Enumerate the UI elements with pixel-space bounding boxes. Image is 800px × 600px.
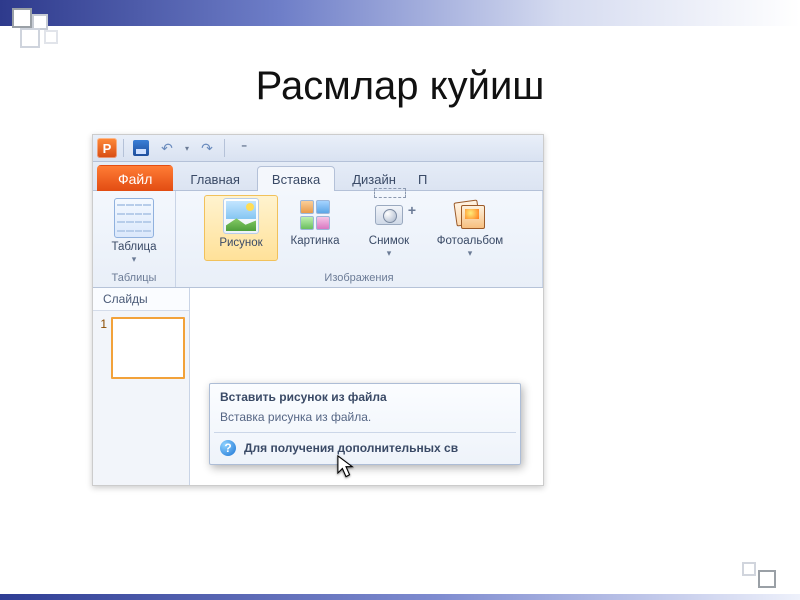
group-tables: Таблица ▾ Таблицы: [93, 191, 176, 287]
tab-truncated[interactable]: П: [413, 166, 432, 191]
tooltip: Вставить рисунок из файла Вставка рисунк…: [209, 383, 521, 465]
quick-access-toolbar: P ↶ ▾ ↷ ⁼: [93, 135, 543, 162]
table-button[interactable]: Таблица ▾: [97, 195, 171, 266]
tooltip-body: Вставка рисунка из файла.: [210, 408, 520, 432]
tooltip-title: Вставить рисунок из файла: [210, 384, 520, 408]
screenshot-icon: +: [372, 198, 406, 232]
group-images: Рисунок Картинка + Снимок ▾: [176, 191, 543, 287]
picture-button[interactable]: Рисунок: [204, 195, 278, 261]
page-title: Расмлар куйиш: [0, 64, 800, 109]
slides-panel: Слайды 1: [93, 288, 190, 486]
customize-qat-icon[interactable]: ⁼: [241, 141, 247, 155]
chevron-down-icon: ▾: [387, 248, 392, 259]
redo-button[interactable]: ↷: [196, 138, 218, 158]
tab-insert[interactable]: Вставка: [257, 166, 335, 191]
powerpoint-logo-icon: P: [97, 138, 117, 158]
slides-tab[interactable]: Слайды: [93, 288, 189, 311]
separator: [224, 139, 225, 157]
chevron-down-icon: [314, 248, 317, 258]
slide-bottom-stripe: [0, 594, 800, 600]
redo-icon: ↷: [201, 140, 213, 157]
decor-square: [742, 562, 756, 576]
screenshot-label: Снимок: [369, 235, 409, 247]
save-button[interactable]: [130, 138, 152, 158]
table-icon: [114, 198, 154, 238]
slide-top-stripe: [0, 0, 800, 26]
photoalbum-label: Фотоальбом: [437, 235, 503, 247]
decor-square: [758, 570, 776, 588]
undo-icon: ↶: [161, 140, 173, 157]
tooltip-help-row: ? Для получения дополнительных св: [210, 433, 520, 464]
save-icon: [133, 140, 149, 156]
picture-icon: [223, 198, 259, 234]
chevron-down-icon: ▾: [132, 254, 137, 265]
slide-thumbnail[interactable]: [111, 317, 185, 379]
photoalbum-button[interactable]: Фотоальбом ▾: [426, 195, 514, 260]
tab-file[interactable]: Файл: [97, 165, 173, 191]
tab-home[interactable]: Главная: [175, 166, 254, 191]
chevron-down-icon: ▾: [468, 248, 473, 259]
group-title-tables: Таблицы: [95, 270, 173, 287]
ribbon-tabs: Файл Главная Вставка Дизайн П: [93, 162, 543, 191]
table-label: Таблица: [111, 241, 156, 253]
slide-thumbnail-row[interactable]: 1: [93, 311, 189, 385]
picture-label: Рисунок: [219, 237, 262, 249]
screenshot-button[interactable]: + Снимок ▾: [352, 195, 426, 260]
undo-dropdown[interactable]: ▾: [182, 138, 192, 158]
clipart-button[interactable]: Картинка: [278, 195, 352, 259]
tooltip-help-text: Для получения дополнительных св: [244, 441, 458, 455]
undo-button[interactable]: ↶: [156, 138, 178, 158]
powerpoint-window: P ↶ ▾ ↷ ⁼ Файл Главная Вставка Дизайн П: [92, 134, 544, 486]
separator: [123, 139, 124, 157]
slide-number: 1: [97, 317, 107, 379]
ribbon-insert: Таблица ▾ Таблицы Рисунок Картинка: [93, 191, 543, 288]
help-icon: ?: [220, 440, 236, 456]
clipart-label: Картинка: [291, 235, 340, 247]
group-title-images: Изображения: [178, 270, 540, 287]
photoalbum-icon: [453, 198, 487, 232]
chevron-down-icon: [240, 250, 243, 260]
clipart-icon: [298, 198, 332, 232]
